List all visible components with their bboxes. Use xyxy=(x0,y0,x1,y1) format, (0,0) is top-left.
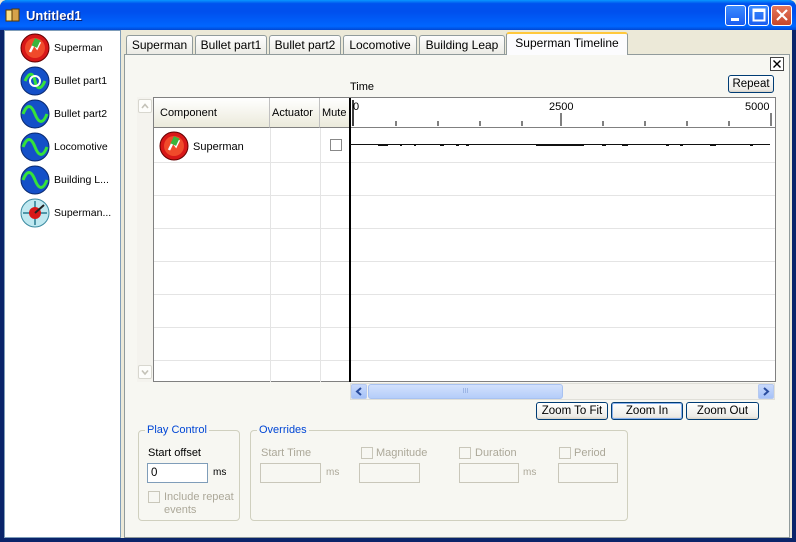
app-icon xyxy=(5,7,21,23)
superman-effect-icon xyxy=(159,131,189,161)
tab-building-leap[interactable]: Building Leap xyxy=(419,35,505,54)
magnitude-checkbox[interactable] xyxy=(361,447,373,459)
column-divider xyxy=(320,128,321,382)
tab-bullet-part2[interactable]: Bullet part2 xyxy=(269,35,341,54)
close-button[interactable] xyxy=(771,5,792,26)
timeline-effect-icon xyxy=(20,198,50,228)
repeat-button[interactable]: Repeat xyxy=(728,75,774,93)
duration-unit: ms xyxy=(523,467,537,478)
row-divider xyxy=(154,195,775,196)
zoom-out-button[interactable]: Zoom Out xyxy=(686,402,759,420)
row-divider xyxy=(154,294,775,295)
row-divider xyxy=(154,162,775,163)
list-item[interactable]: Bullet part2 xyxy=(20,99,116,129)
duration-label: Duration xyxy=(475,447,517,459)
list-item-label: Locomotive xyxy=(54,141,108,153)
column-header-component[interactable]: Component xyxy=(154,98,270,128)
bullet-effect-icon xyxy=(20,66,50,96)
tab-bullet-part1[interactable]: Bullet part1 xyxy=(195,35,267,54)
scroll-left-button[interactable] xyxy=(351,384,367,399)
row-divider xyxy=(154,228,775,229)
overrides-title: Overrides xyxy=(257,424,309,436)
row-divider xyxy=(154,327,775,328)
chevron-left-icon xyxy=(355,387,362,396)
minimize-button[interactable] xyxy=(725,5,746,26)
zoom-in-button[interactable]: Zoom In xyxy=(611,402,683,420)
period-field[interactable] xyxy=(558,463,618,483)
horizontal-scrollbar[interactable]: III xyxy=(350,383,775,400)
start-offset-label: Start offset xyxy=(148,447,201,459)
column-divider xyxy=(270,128,271,382)
period-checkbox[interactable] xyxy=(559,447,571,459)
vertical-scrollbar[interactable] xyxy=(137,97,153,382)
start-time-unit: ms xyxy=(326,467,340,478)
window-title: Untitled1 xyxy=(26,8,82,23)
start-offset-unit: ms xyxy=(213,467,227,478)
column-header-mute[interactable]: Mute xyxy=(320,98,350,128)
wave-effect-icon xyxy=(20,99,50,129)
tab-superman-timeline[interactable]: Superman Timeline xyxy=(506,32,628,55)
column-header-actuator[interactable]: Actuator xyxy=(270,98,320,128)
chevron-up-icon xyxy=(141,103,149,109)
list-item[interactable]: Building L... xyxy=(20,165,116,195)
scroll-right-button[interactable] xyxy=(758,384,774,399)
duration-checkbox[interactable] xyxy=(459,447,471,459)
list-item[interactable]: Bullet part1 xyxy=(20,66,116,96)
chevron-down-icon xyxy=(141,369,149,376)
row-component-label: Superman xyxy=(193,141,244,153)
chevron-right-icon xyxy=(763,387,770,396)
list-item[interactable]: Superman xyxy=(20,33,116,63)
magnitude-label: Magnitude xyxy=(376,447,428,459)
list-item-label: Bullet part1 xyxy=(54,75,108,87)
timeline-events-bar[interactable] xyxy=(350,143,770,147)
list-item[interactable]: Locomotive xyxy=(20,132,116,162)
list-item-label: Superman... xyxy=(54,207,112,219)
period-label: Period xyxy=(574,447,606,459)
play-control-title: Play Control xyxy=(145,424,209,436)
close-icon xyxy=(773,60,781,68)
wave-effect-icon xyxy=(20,132,50,162)
list-item-label: Building L... xyxy=(54,174,109,186)
maximize-button[interactable] xyxy=(748,5,769,26)
list-item-label: Bullet part2 xyxy=(54,108,108,120)
start-time-field[interactable] xyxy=(260,463,321,483)
include-repeat-checkbox[interactable] xyxy=(148,491,160,503)
list-item-label: Superman xyxy=(54,42,103,54)
zoom-to-fit-button[interactable]: Zoom To Fit xyxy=(536,402,608,420)
start-time-label: Start Time xyxy=(261,447,312,459)
ruler-tick-label: 0 xyxy=(353,101,360,113)
ruler-tick-label: 5000 xyxy=(745,101,770,113)
table-row[interactable]: Superman xyxy=(154,129,775,162)
scroll-thumb[interactable]: III xyxy=(368,384,563,399)
magnitude-field[interactable] xyxy=(359,463,420,483)
row-divider xyxy=(154,261,775,262)
scroll-up-button[interactable] xyxy=(138,99,152,113)
time-ruler: 0 2500 5000 xyxy=(350,98,775,128)
tab-locomotive[interactable]: Locomotive xyxy=(343,35,417,54)
time-label: Time xyxy=(350,81,375,93)
list-item[interactable]: Superman... xyxy=(20,198,116,228)
tab-superman[interactable]: Superman xyxy=(126,35,193,54)
duration-field[interactable] xyxy=(459,463,519,483)
start-offset-field[interactable]: 0 xyxy=(147,463,208,483)
close-panel-button[interactable] xyxy=(770,57,784,71)
row-divider xyxy=(154,360,775,361)
ruler-tick-label: 2500 xyxy=(549,101,574,113)
title-bar[interactable] xyxy=(0,0,796,30)
include-repeat-label: Include repeat events xyxy=(164,491,234,516)
wave-effect-icon xyxy=(20,165,50,195)
superman-effect-icon xyxy=(20,33,50,63)
mute-checkbox[interactable] xyxy=(330,139,342,151)
scroll-down-button[interactable] xyxy=(138,365,152,379)
